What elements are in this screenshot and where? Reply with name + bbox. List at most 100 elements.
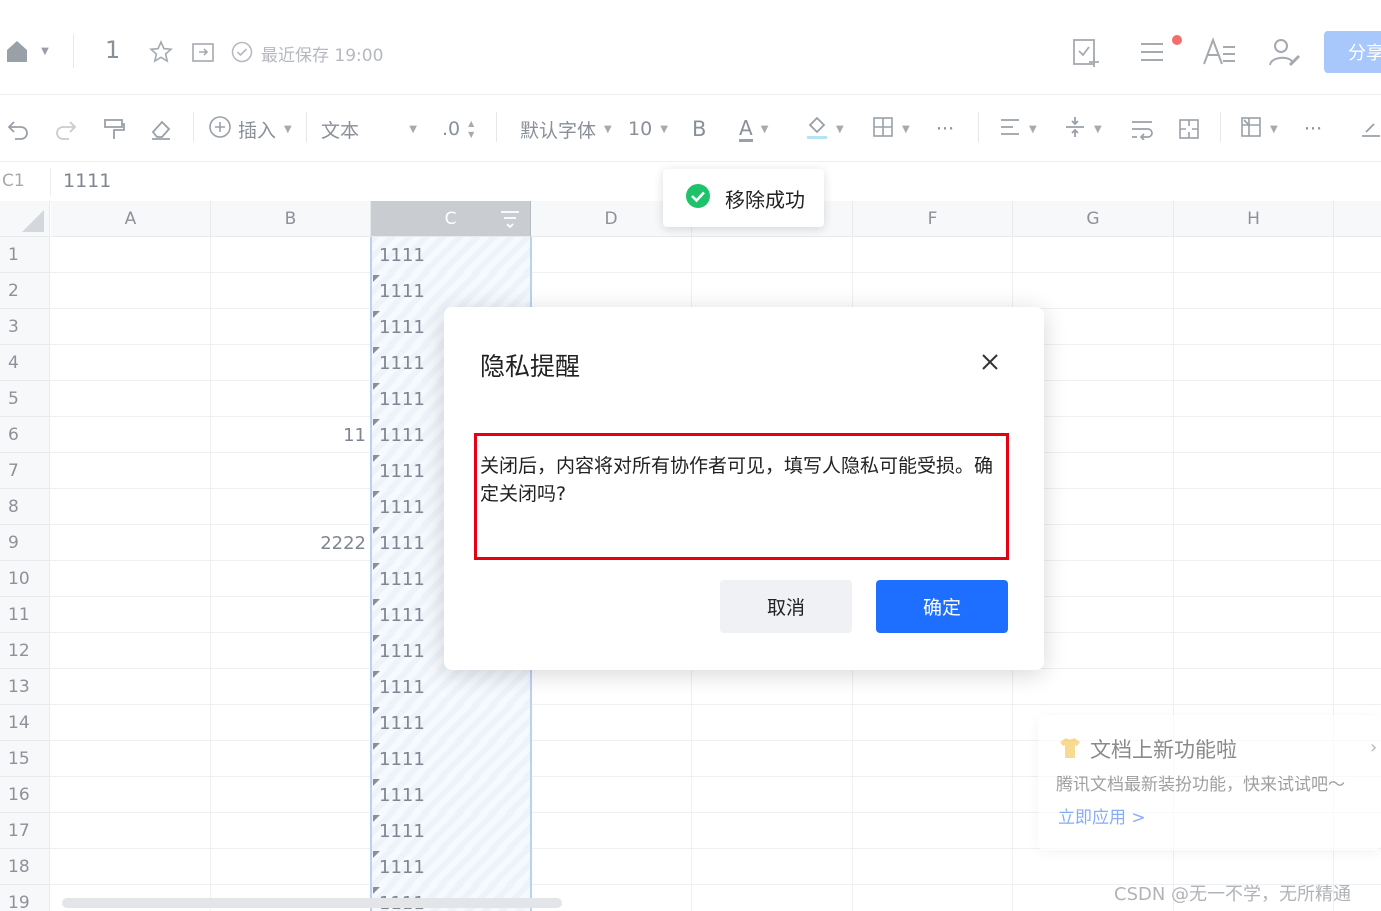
font-size-select[interactable]: 10 ▼ [628,96,668,162]
text-style-icon[interactable] [1200,34,1238,70]
column-header-h[interactable]: H [1174,201,1334,237]
feature-promo-card: 文档上新功能啦 › 腾讯文档最新装扮功能，快来试试吧～ 立即应用 > [1038,715,1381,850]
row-header[interactable]: 16 [0,777,50,813]
column-header-f[interactable]: F [853,201,1013,237]
decimal-label: .0 [442,118,461,140]
success-check-icon [685,183,711,213]
more-tools-button[interactable]: ··· [1304,96,1322,162]
redo-icon[interactable] [54,96,78,162]
row-header[interactable]: 8 [0,489,50,525]
font-color-icon: A [739,115,753,142]
notifications-menu-icon[interactable] [1136,36,1170,68]
chevron-down-icon: ▼ [1029,123,1037,135]
chevron-down-icon: ▼ [604,123,612,135]
wrap-text-icon[interactable] [1130,96,1154,162]
row-header[interactable]: 3 [0,309,50,345]
bold-button[interactable]: B [692,96,706,162]
column-header-g[interactable]: G [1013,201,1174,237]
share-button[interactable]: 分享 [1324,31,1381,73]
column-header-a[interactable]: A [51,201,211,237]
row-header[interactable]: 11 [0,597,50,633]
chevron-down-icon: ▼ [284,123,292,135]
home-menu-chevron-icon[interactable]: ▼ [38,44,52,58]
row-header[interactable]: 18 [0,849,50,885]
row-header[interactable]: 17 [0,813,50,849]
success-toast: 移除成功 [663,169,824,227]
formula-input[interactable]: 1111 [63,170,111,192]
font-color-button[interactable]: A ▼ [739,96,768,162]
cell-b6[interactable]: 11 [211,417,370,453]
font-family-label: 默认字体 [520,119,597,142]
insert-menu[interactable]: 插入 ▼ [208,96,292,162]
top-header: ▼ 1 最近保存 19:00 分享 [0,0,1381,95]
chevron-down-icon: ▼ [1094,123,1102,135]
promo-close-icon[interactable]: › [1370,737,1377,758]
row-header[interactable]: 1 [0,237,50,273]
font-family-select[interactable]: 默认字体 ▼ [520,96,612,162]
select-all-corner[interactable] [0,201,50,237]
add-task-icon[interactable] [1068,34,1104,70]
cell-b9[interactable]: 2222 [211,525,370,561]
dialog-message: 关闭后，内容将对所有协作者可见，填写人隐私可能受损。确定关闭吗? [480,455,994,505]
privacy-dialog: 隐私提醒 关闭后，内容将对所有协作者可见，填写人隐私可能受损。确定关闭吗? 取消… [444,307,1044,670]
grid-line [50,704,1381,705]
toolbar-separator [978,112,979,142]
row-header[interactable]: 2 [0,273,50,309]
row-header[interactable]: 19 [0,885,50,911]
insert-label: 插入 [238,119,277,142]
column-filter-icon[interactable] [499,209,521,234]
borders-icon [872,116,894,143]
confirm-button[interactable]: 确定 [876,580,1008,633]
row-header[interactable]: 6 [0,417,50,453]
undo-icon[interactable] [6,96,30,162]
chevron-down-icon: ▼ [836,123,844,135]
tshirt-icon [1058,737,1082,759]
clear-format-eraser-icon[interactable] [149,96,173,162]
more-format-button[interactable]: ··· [936,96,954,162]
vertical-align-button[interactable]: ▼ [1064,96,1102,162]
number-format-label: 文本 [321,119,360,142]
freeze-icon [1240,116,1262,143]
column-header-b[interactable]: B [211,201,371,237]
format-painter-icon[interactable] [103,96,125,162]
cell-reference[interactable]: C1 [2,171,25,191]
row-header[interactable]: 13 [0,669,50,705]
corner-triangle-icon [22,210,44,232]
promo-apply-link[interactable]: 立即应用 > [1058,803,1146,828]
column-header-next[interactable] [1334,201,1381,237]
row-header[interactable]: 4 [0,345,50,381]
chevron-down-icon: ▼ [660,123,668,135]
toolbar-separator [496,112,497,142]
column-header-c[interactable]: C [371,201,531,237]
borders-button[interactable]: ▼ [872,96,910,162]
row-header[interactable]: 15 [0,741,50,777]
unread-dot [1172,35,1182,45]
save-status: 最近保存 19:00 [261,46,384,66]
number-format-select[interactable]: 文本 ▼ [321,96,417,162]
row-header[interactable]: 5 [0,381,50,417]
horizontal-scrollbar[interactable] [62,898,562,908]
fill-color-button[interactable]: ▼ [806,96,844,162]
row-header[interactable]: 12 [0,633,50,669]
star-icon[interactable] [147,38,175,66]
move-to-folder-icon[interactable] [189,38,217,66]
cancel-button[interactable]: 取消 [720,580,852,633]
merge-cells-icon[interactable] [1178,96,1200,162]
toolbar-separator [193,112,194,142]
form-tool-icon[interactable] [1360,96,1381,162]
formula-divider [50,168,51,196]
doc-title[interactable]: 1 [105,36,120,64]
saved-check-icon [230,40,254,64]
freeze-panes-button[interactable]: ▼ [1240,96,1278,162]
close-icon[interactable] [977,349,1003,375]
decimal-places-stepper[interactable]: .0 ▲ ▼ [442,96,474,162]
collaborator-edit-icon[interactable] [1266,34,1304,70]
align-left-icon [999,117,1021,142]
row-header[interactable]: 7 [0,453,50,489]
horizontal-align-button[interactable]: ▼ [999,96,1037,162]
row-header[interactable]: 9 [0,525,50,561]
row-header[interactable]: 14 [0,705,50,741]
home-icon[interactable] [2,36,32,66]
row-header[interactable]: 10 [0,561,50,597]
stepper-arrows-icon: ▲ ▼ [468,119,475,139]
